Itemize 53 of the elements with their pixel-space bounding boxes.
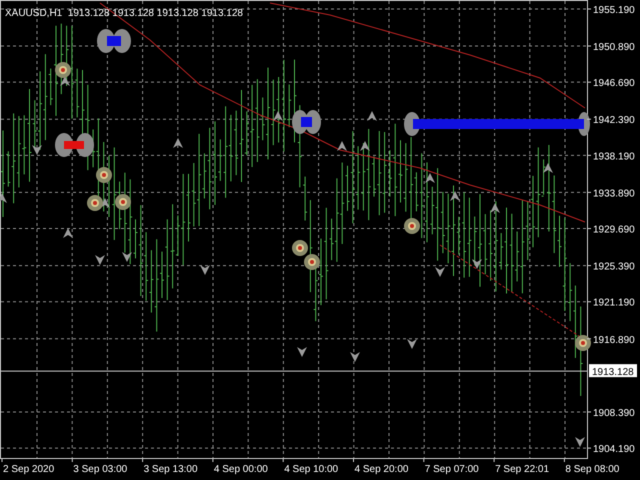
price-label: 1933.890 [593,188,635,200]
time-label: 7 Sep 07:00 [424,464,479,475]
signal-marker-icon [404,218,420,234]
current-price-tag: 1913.128 [589,364,637,378]
signal-marker-icon [87,195,103,211]
arrow-up-icon [450,191,460,201]
price-label: 1946.690 [593,78,635,90]
signal-marker-icon [115,194,131,210]
price-label: 1921.190 [593,298,635,309]
time-label: 4 Sep 20:00 [354,464,408,475]
price-label: 1942.390 [593,115,635,126]
arrow-up-icon [425,173,435,183]
price-label: 1929.690 [593,224,635,236]
arrow-up-icon [273,111,283,121]
signal-marker-icon [575,335,591,351]
price-label: 1916.890 [593,334,635,346]
price-label: 1925.390 [593,262,635,273]
price-label: 1955.190 [593,5,635,16]
arrow-down-icon [350,352,360,362]
arrow-up-icon [63,228,73,238]
signal-marker-icon [292,240,308,256]
time-label: 3 Sep 03:00 [73,464,128,475]
arrow-up-icon [490,203,500,213]
time-label: 7 Sep 22:01 [495,464,550,475]
time-label: 2 Sep 2020 [3,464,54,475]
arrow-down-icon [435,267,445,277]
arrow-down-icon [200,265,210,275]
arrow-up-icon [543,163,553,173]
arrow-up-icon [173,138,183,148]
time-label: 4 Sep 00:00 [214,464,268,475]
arrow-up-icon [360,141,370,151]
chart-title: XAUUSD,H1 1913.128 1913.128 1913.128 1913.128 [5,8,243,19]
signal-marker-icon [55,62,71,78]
price-label: 1938.190 [593,151,635,162]
arrow-up-icon [0,193,7,203]
arrow-down-icon [122,252,132,262]
arrow-down-icon [407,339,417,349]
time-label: 3 Sep 13:00 [144,464,198,475]
arrow-down-icon [297,347,307,357]
arrow-up-icon [367,111,377,121]
signal-marker-icon [96,167,112,183]
price-label: 1904.190 [593,444,635,456]
signal-marker-icon [304,254,320,270]
arrow-up-icon [337,141,347,151]
arrow-down-icon [32,145,42,155]
price-label: 1950.890 [593,42,635,54]
time-label: 8 Sep 08:00 [565,464,620,475]
arrow-up-icon [60,76,70,86]
arrow-down-icon [575,437,585,447]
arrow-down-icon [472,259,482,269]
price-label: 1908.390 [593,408,635,419]
time-label: 4 Sep 10:00 [284,464,338,475]
arrow-down-icon [95,255,105,265]
